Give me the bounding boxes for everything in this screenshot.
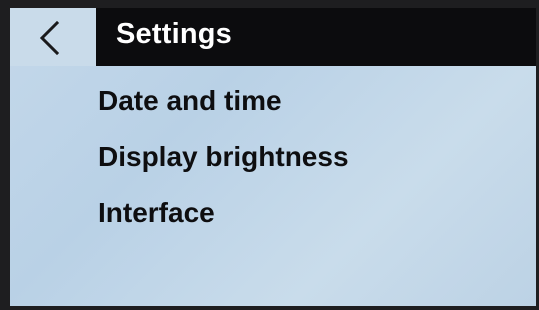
settings-screen: Settings Date and time Display brightnes… xyxy=(10,8,536,306)
menu-item-interface[interactable]: Interface xyxy=(98,197,215,229)
chevron-left-icon xyxy=(39,21,60,55)
device-frame: Settings Date and time Display brightnes… xyxy=(0,0,539,310)
page-title: Settings xyxy=(116,18,232,50)
title-bar: Settings xyxy=(96,8,536,66)
back-button[interactable] xyxy=(10,8,96,66)
menu-item-date-and-time[interactable]: Date and time xyxy=(98,85,282,117)
menu-item-display-brightness[interactable]: Display brightness xyxy=(98,141,349,173)
